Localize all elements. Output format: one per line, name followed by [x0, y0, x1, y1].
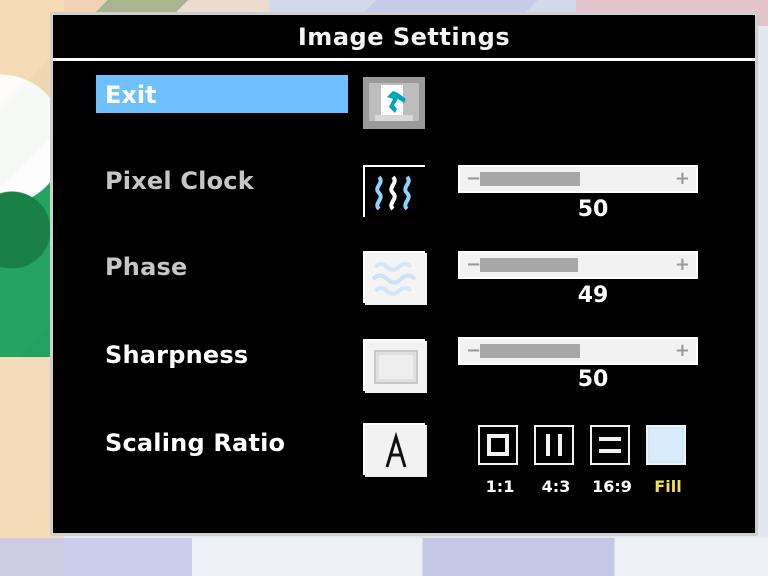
fill-ratio-icon [646, 425, 686, 465]
menu-item-sharpness[interactable]: Sharpness [105, 341, 248, 369]
ratio-option-16-9[interactable]: 16:9 [590, 425, 636, 503]
phase-value: 49 [577, 283, 609, 308]
letter-a-icon [363, 423, 427, 477]
widescreen-ratio-icon [590, 425, 630, 465]
sharpness-icon [363, 339, 427, 393]
square-ratio-icon [478, 425, 518, 465]
ratio-option-4-3[interactable]: 4:3 [534, 425, 580, 503]
noise-pattern-icon [363, 251, 427, 305]
pixel-clock-decrease[interactable]: − [466, 169, 481, 189]
pixel-clock-slider[interactable]: − + [458, 165, 698, 193]
bars-ratio-icon-svg [536, 427, 572, 463]
ratio-option-1-1[interactable]: 1:1 [478, 425, 524, 503]
letter-a-icon-svg [365, 425, 427, 477]
widescreen-ratio-icon-svg [592, 427, 628, 463]
menu-item-phase[interactable]: Phase [105, 253, 187, 281]
ratio-label-4-3: 4:3 [541, 477, 571, 496]
sharpness-slider-fill [480, 344, 580, 358]
pixel-clock-increase[interactable]: + [675, 169, 690, 189]
ratio-label-16-9: 16:9 [592, 477, 632, 496]
wavy-lines-icon-svg [365, 167, 427, 219]
menu-item-scaling-ratio[interactable]: Scaling Ratio [105, 429, 285, 457]
phase-increase[interactable]: + [675, 255, 690, 275]
pixel-clock-value: 50 [577, 197, 609, 222]
ratio-label-fill: Fill [654, 477, 682, 496]
sharpness-increase[interactable]: + [675, 341, 690, 361]
phase-slider-fill [480, 258, 578, 272]
osd-title-bar: Image Settings [53, 15, 755, 61]
exit-door-icon[interactable] [363, 77, 425, 129]
phase-slider[interactable]: − + [458, 251, 698, 279]
sharpness-icon-svg [365, 341, 427, 393]
ratio-option-fill[interactable]: Fill [646, 425, 692, 503]
background-photo-bottom [0, 538, 768, 576]
osd-title: Image Settings [297, 23, 511, 51]
sharpness-value: 50 [577, 367, 609, 392]
bars-ratio-icon [534, 425, 574, 465]
scaling-ratio-options: 1:1 4:3 16:9 Fill [478, 425, 708, 505]
square-ratio-icon-svg [480, 427, 516, 463]
fill-ratio-icon-svg [648, 427, 684, 463]
menu-item-pixel-clock[interactable]: Pixel Clock [105, 167, 254, 195]
sharpness-slider[interactable]: − + [458, 337, 698, 365]
menu-item-exit[interactable]: Exit [105, 81, 157, 109]
osd-panel: Image Settings Exit Pixel Clock − + 50 P… [50, 12, 758, 536]
pixel-clock-slider-fill [480, 172, 580, 186]
phase-decrease[interactable]: − [466, 255, 481, 275]
wavy-lines-icon [363, 165, 427, 219]
exit-door-icon-svg [369, 83, 419, 121]
sharpness-decrease[interactable]: − [466, 341, 481, 361]
noise-pattern-icon-svg [365, 253, 427, 305]
ratio-label-1-1: 1:1 [485, 477, 515, 496]
